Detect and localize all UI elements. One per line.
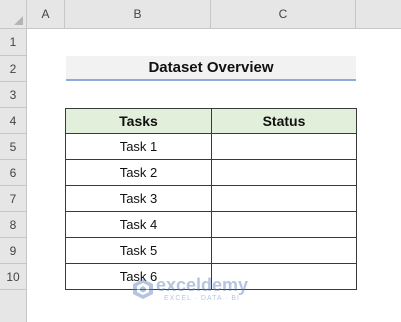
status-cell[interactable] <box>211 159 357 186</box>
select-all-icon <box>14 16 23 25</box>
task-cell[interactable]: Task 5 <box>65 237 212 264</box>
status-cell[interactable] <box>211 211 357 238</box>
task-cell[interactable]: Task 2 <box>65 159 212 186</box>
table-row: Task 3 <box>65 185 357 212</box>
row-header-6[interactable]: 6 <box>0 160 27 186</box>
dataset-title-cell[interactable]: Dataset Overview <box>66 56 356 81</box>
table-row: Task 5 <box>65 237 357 264</box>
column-header-c[interactable]: C <box>211 0 356 29</box>
table-row: Task 4 <box>65 211 357 238</box>
spreadsheet-grid: A B C 1 2 3 4 5 6 7 8 9 10 Dataset Overv… <box>0 0 401 322</box>
task-status-table: Tasks Status Task 1 Task 2 Task 3 Task 4… <box>65 108 357 290</box>
task-cell[interactable]: Task 1 <box>65 133 212 160</box>
tasks-header-cell[interactable]: Tasks <box>65 108 212 134</box>
watermark-tagline: EXCEL · DATA · BI <box>164 295 240 302</box>
status-cell[interactable] <box>211 185 357 212</box>
status-cell[interactable] <box>211 237 357 264</box>
row-header-7[interactable]: 7 <box>0 186 27 212</box>
task-cell[interactable]: Task 6 <box>65 263 212 290</box>
row-header-1[interactable]: 1 <box>0 29 27 56</box>
row-header-empty <box>0 290 27 322</box>
status-header-cell[interactable]: Status <box>211 108 357 134</box>
row-header-5[interactable]: 5 <box>0 134 27 160</box>
row-header-8[interactable]: 8 <box>0 212 27 238</box>
column-header-b[interactable]: B <box>65 0 211 29</box>
status-cell[interactable] <box>211 133 357 160</box>
task-cell[interactable]: Task 3 <box>65 185 212 212</box>
table-row: Task 1 <box>65 133 357 160</box>
row-header-2[interactable]: 2 <box>0 56 27 82</box>
table-header-row: Tasks Status <box>65 108 357 134</box>
status-cell[interactable] <box>211 263 357 290</box>
task-cell[interactable]: Task 4 <box>65 211 212 238</box>
row-header-9[interactable]: 9 <box>0 238 27 264</box>
column-header-empty <box>356 0 401 29</box>
select-all-button[interactable] <box>0 0 27 29</box>
row-header-3[interactable]: 3 <box>0 82 27 108</box>
table-row: Task 2 <box>65 159 357 186</box>
table-row: Task 6 <box>65 263 357 290</box>
row-header-10[interactable]: 10 <box>0 264 27 290</box>
row-header-4[interactable]: 4 <box>0 108 27 134</box>
column-header-a[interactable]: A <box>27 0 65 29</box>
